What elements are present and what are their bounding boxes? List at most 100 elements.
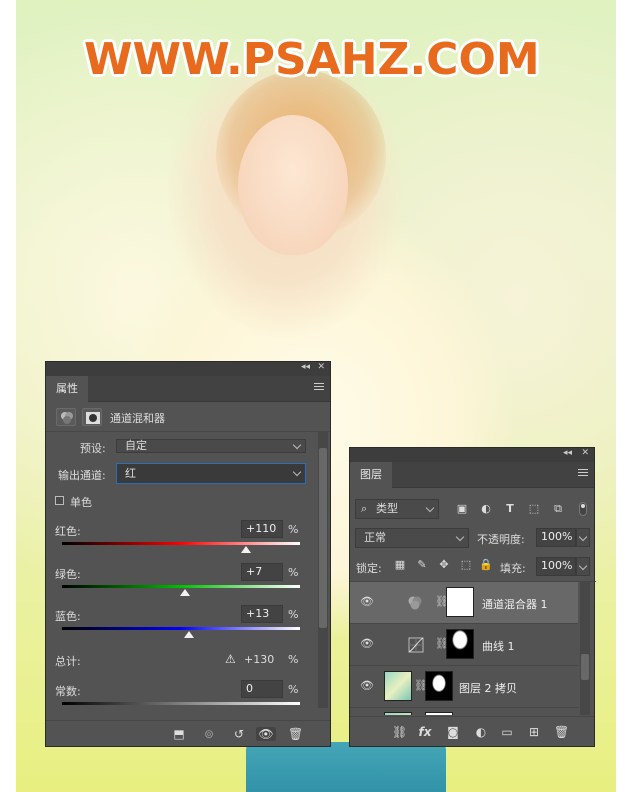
lock-transparency-icon[interactable]: ▦ [392,557,408,573]
filter-toggle[interactable] [579,502,587,516]
lock-label: 锁定: [356,562,382,575]
eye-icon[interactable]: 👁 [360,596,374,608]
preset-dropdown[interactable]: 自定 [116,439,306,453]
lock-all-icon[interactable]: 🔒 [478,557,494,573]
menu-icon[interactable] [314,383,324,392]
layer-row-channel-mixer[interactable]: 👁 ⛓ 通道混合器 1 [350,582,578,624]
red-slider-thumb[interactable] [241,546,252,553]
panel-title-bar[interactable]: ◂◂ ✕ [46,362,330,376]
tab-properties[interactable]: 属性 [46,376,88,402]
channel-mixer-icon [408,596,422,610]
green-slider-thumb[interactable] [180,589,191,596]
layer-name[interactable]: 图层 2 拷贝 [459,680,517,696]
link-icon[interactable]: ⛓ [392,725,407,739]
type-filter-icon[interactable]: T [502,501,518,517]
trash-icon[interactable]: 🗑 [554,725,569,739]
fill-dropdown[interactable] [576,557,590,576]
opacity-dropdown[interactable] [576,528,590,547]
search-icon: ⌕ [361,502,368,515]
blue-slider-thumb[interactable] [183,631,194,638]
layer-mask-thumbnail[interactable] [446,629,474,659]
layers-scrollbar[interactable] [580,582,590,715]
channel-mixer-icon [56,408,76,426]
blue-label: 蓝色: [55,610,81,623]
properties-footer: ⬒ ⊚ ↺ 👁 🗑 [46,720,330,746]
lock-pixels-icon[interactable]: ✎ [414,557,430,573]
shape-filter-icon[interactable]: ⬚ [526,501,542,517]
output-channel-dropdown[interactable]: 红 [116,463,306,484]
constant-slider-track[interactable] [62,702,300,705]
red-value-field[interactable]: +110 [241,520,283,538]
monochrome-label: 单色 [70,496,92,509]
lock-artboard-icon[interactable]: ⬚ [458,557,474,573]
filter-kind-dropdown[interactable]: ⌕ 类型 [355,499,439,519]
preset-value: 自定 [125,439,147,452]
layer-thumbnail[interactable] [384,712,412,715]
layers-panel: ◂◂ ✕ 图层 ⌕ 类型 ▣ ◐ T ⬚ ⧉ 正常 不透明度: 100% 锁定:… [349,447,596,747]
half-circle-icon[interactable]: ◐ [474,725,488,739]
total-percent: % [288,653,299,666]
lock-position-icon[interactable]: ✥ [436,557,452,573]
blue-slider-track[interactable] [62,627,300,630]
mask-icon[interactable] [82,408,102,426]
red-percent: % [288,523,299,536]
image-filter-icon[interactable]: ▣ [454,501,470,517]
jeans-region [246,742,446,792]
green-value-field[interactable]: +7 [241,563,283,581]
layer-mask-thumbnail[interactable] [425,712,453,715]
constant-value-field[interactable]: 0 [241,680,283,698]
eye-icon[interactable]: 👁 [360,638,374,650]
chevron-down-icon [578,532,588,542]
output-channel-value: 红 [125,467,136,480]
double-chevron-icon[interactable]: ◂◂ [301,362,310,372]
properties-body: 预设: 自定 输出通道: 红 单色 红色: +110 % 绿色: +7 % 蓝色… [46,432,330,710]
layer-name[interactable]: 曲线 1 [482,638,515,654]
folder-icon[interactable]: ▭ [500,725,514,739]
green-slider-track[interactable] [62,585,300,588]
reset-icon[interactable]: ↺ [232,727,246,741]
layer-mask-thumbnail[interactable] [425,671,453,701]
mask-icon[interactable]: ◙ [446,725,460,739]
scrollbar-thumb[interactable] [581,654,589,680]
view-previous-icon[interactable]: ⊚ [202,727,216,741]
red-label: 红色: [55,525,81,538]
blue-percent: % [288,608,299,621]
layer-name[interactable]: 通道混合器 1 [482,596,548,612]
double-chevron-icon[interactable]: ◂◂ [563,448,572,458]
scrollbar-thumb[interactable] [319,448,327,628]
panel-title-bar[interactable]: ◂◂ ✕ [350,448,594,462]
layer-list: 👁 ⛓ 通道混合器 1 👁 ⛓ 曲线 1 👁 ⛓ 图层 2 拷贝 [350,581,596,715]
adjustment-header: 通道混和器 [46,402,330,432]
adjustment-filter-icon[interactable]: ◐ [478,501,494,517]
menu-icon[interactable] [578,469,588,478]
eye-icon[interactable]: 👁 [256,727,276,741]
layer-thumbnail[interactable] [384,671,412,701]
chevron-down-icon [425,503,435,513]
close-icon[interactable]: ✕ [317,362,325,372]
trash-icon[interactable]: 🗑 [288,727,303,741]
chevron-down-icon [292,467,302,477]
clip-to-layer-icon[interactable]: ⬒ [172,727,186,741]
fill-field[interactable]: 100% [536,557,576,576]
layers-tab-bar: 图层 [350,462,594,488]
blue-value-field[interactable]: +13 [241,605,283,623]
eye-icon[interactable]: 👁 [360,680,374,692]
fx-icon[interactable]: fx [418,725,432,739]
layer-mask-thumbnail[interactable] [446,587,474,617]
smart-object-filter-icon[interactable]: ⧉ [550,501,566,517]
properties-panel: ◂◂ ✕ 属性 通道混和器 预设: 自定 输出通道: 红 单色 红色: +110… [45,361,331,747]
close-icon[interactable]: ✕ [581,448,589,458]
blend-mode-dropdown[interactable]: 正常 [355,528,469,548]
tab-layers[interactable]: 图层 [350,462,392,488]
red-slider-track[interactable] [62,542,300,545]
monochrome-checkbox[interactable] [55,496,64,505]
layer-row-pixel[interactable]: 👁 ⛓ 图层 2 拷贝 [350,666,578,708]
layer-row-partial[interactable] [350,708,578,715]
layer-row-curves[interactable]: 👁 ⛓ 曲线 1 [350,624,578,666]
properties-tab-bar: 属性 [46,376,330,402]
properties-scrollbar[interactable] [318,432,328,708]
green-percent: % [288,566,299,579]
chevron-down-icon [455,532,465,542]
opacity-field[interactable]: 100% [536,528,576,547]
new-layer-icon[interactable]: ⊞ [527,725,541,739]
